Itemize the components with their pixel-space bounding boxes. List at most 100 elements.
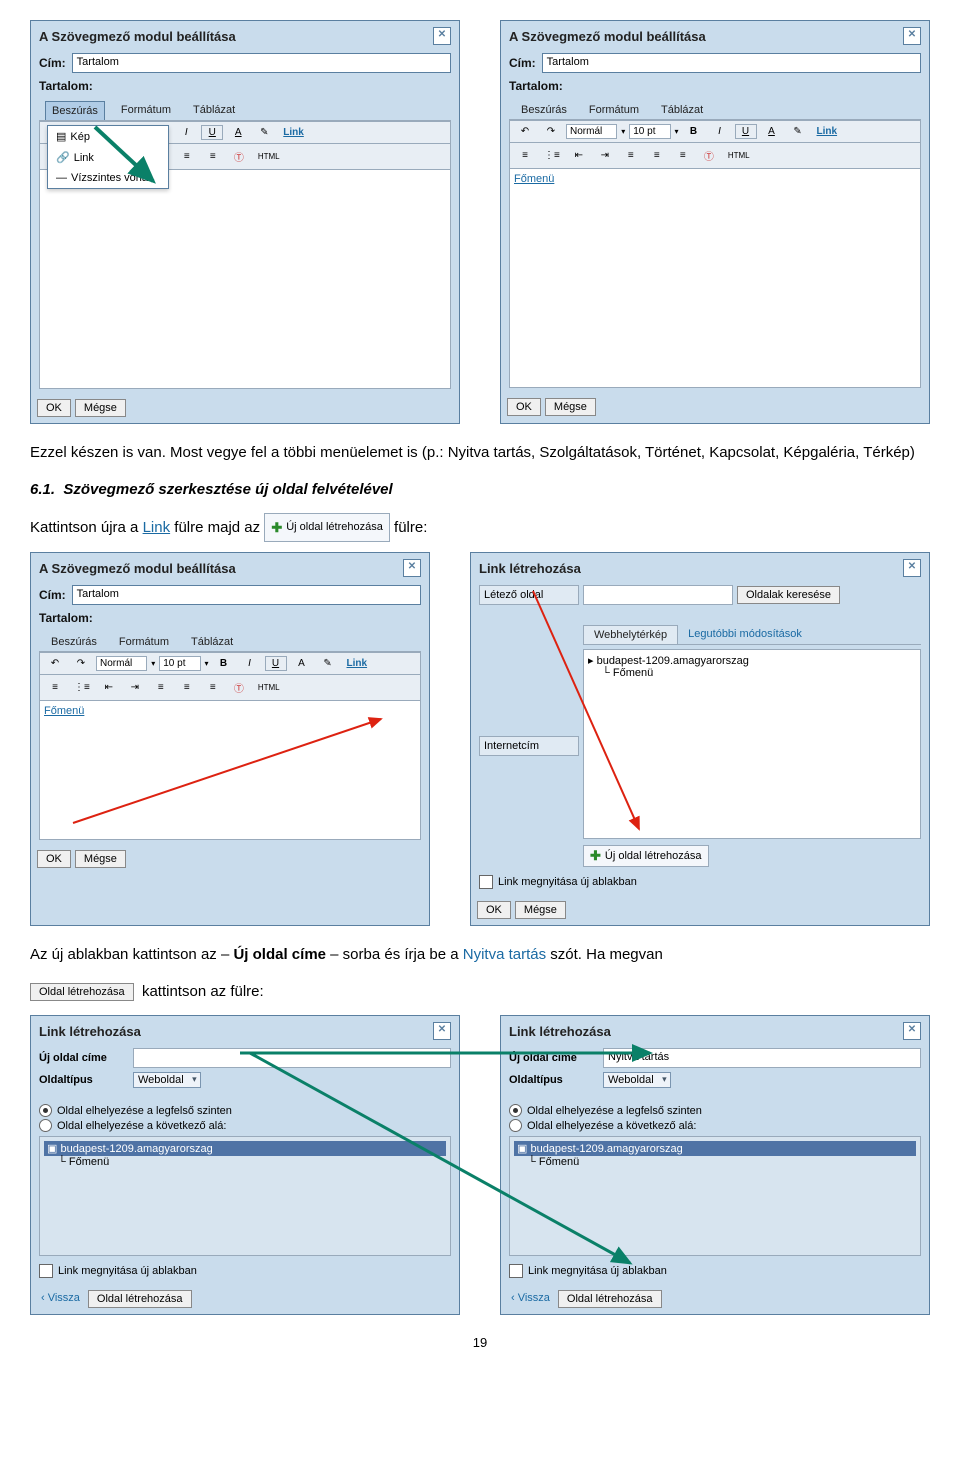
fontsize-select[interactable]: 10 pt bbox=[629, 124, 670, 139]
ok-button[interactable]: OK bbox=[37, 399, 71, 417]
open-new-window-checkbox[interactable] bbox=[39, 1264, 53, 1278]
align-center-icon[interactable]: ≡ bbox=[176, 149, 198, 164]
link-button[interactable]: Link bbox=[279, 125, 308, 140]
bgcolor-icon[interactable]: ✎ bbox=[787, 124, 809, 139]
back-link[interactable]: ‹ Vissza bbox=[37, 1290, 84, 1308]
plus-icon: ✚ bbox=[590, 848, 601, 864]
dialog-title: A Szövegmező modul beállítása bbox=[509, 29, 706, 44]
align-right-icon[interactable]: ≡ bbox=[202, 149, 224, 164]
link-create-dialog: Link létrehozása ✕ Létező oldal Oldalak … bbox=[470, 552, 930, 926]
create-page-button[interactable]: Oldal létrehozása bbox=[558, 1290, 662, 1308]
body-paragraph: Ezzel készen is van. Most vegye fel a tö… bbox=[30, 439, 930, 466]
align-left-icon[interactable]: ≡ bbox=[620, 148, 642, 163]
section-heading: 6.1. Szövegmező szerkesztése új oldal fe… bbox=[30, 481, 930, 498]
bullet-list-icon[interactable]: ⋮≡ bbox=[540, 148, 564, 163]
bgcolor-icon[interactable]: ✎ bbox=[253, 125, 275, 140]
page-type-select[interactable]: Weboldal bbox=[603, 1072, 671, 1088]
internet-url-label: Internetcím bbox=[479, 736, 579, 756]
underline-icon[interactable]: U bbox=[735, 124, 757, 139]
tab-recent[interactable]: Legutóbbi módosítások bbox=[678, 625, 812, 644]
menu-image[interactable]: ▤Kép bbox=[48, 126, 168, 147]
existing-page-label: Létező oldal bbox=[479, 585, 579, 605]
search-pages-button[interactable]: Oldalak keresése bbox=[737, 586, 840, 604]
italic-icon[interactable]: I bbox=[175, 125, 197, 140]
editor-area[interactable] bbox=[39, 170, 451, 389]
menu-link[interactable]: 🔗Link bbox=[48, 147, 168, 168]
clear-format-icon[interactable]: Ⓣ bbox=[228, 147, 250, 166]
open-new-window-checkbox[interactable] bbox=[509, 1264, 523, 1278]
back-link[interactable]: ‹ Vissza bbox=[507, 1290, 554, 1308]
ok-button[interactable]: OK bbox=[507, 398, 541, 416]
new-page-title-input[interactable] bbox=[133, 1048, 451, 1068]
indent-icon[interactable]: ⇥ bbox=[594, 148, 616, 163]
tab-table[interactable]: Táblázat bbox=[187, 101, 241, 120]
hr-icon: — bbox=[56, 172, 67, 184]
new-page-chip: ✚Új oldal létrehozása bbox=[264, 513, 390, 542]
redo-icon[interactable]: ↷ bbox=[70, 656, 92, 671]
tab-format[interactable]: Formátum bbox=[115, 101, 177, 120]
close-icon[interactable]: ✕ bbox=[903, 27, 921, 45]
text-module-dialog-right: A Szövegmező modul beállítása ✕ Cím: Tar… bbox=[500, 20, 930, 424]
style-select[interactable]: Normál bbox=[566, 124, 617, 139]
close-icon[interactable]: ✕ bbox=[903, 559, 921, 577]
cim-label: Cím: bbox=[39, 56, 66, 70]
radio-top-level[interactable] bbox=[39, 1104, 52, 1117]
close-icon[interactable]: ✕ bbox=[403, 559, 421, 577]
page-type-select[interactable]: Weboldal bbox=[133, 1072, 201, 1088]
fomenu-link[interactable]: Főmenü bbox=[514, 173, 554, 185]
close-icon[interactable]: ✕ bbox=[903, 1022, 921, 1040]
site-tree[interactable]: ▸ budapest-1209.amagyarorszag └ Főmenü bbox=[583, 649, 921, 839]
menu-hr[interactable]: —Vízszintes vonal bbox=[48, 168, 168, 188]
plus-icon: ✚ bbox=[271, 516, 282, 539]
tab-sitemap[interactable]: Webhelytérkép bbox=[583, 625, 678, 644]
existing-page-input[interactable] bbox=[583, 585, 733, 605]
open-new-window-checkbox[interactable] bbox=[479, 875, 493, 889]
html-icon[interactable]: HTML bbox=[254, 150, 284, 163]
outdent-icon[interactable]: ⇤ bbox=[568, 148, 590, 163]
new-page-dialog-right: Link létrehozása ✕ Új oldal címe Nyitva … bbox=[500, 1015, 930, 1315]
tab-table[interactable]: Táblázat bbox=[655, 101, 709, 119]
editor-area[interactable]: Főmenü bbox=[509, 169, 921, 388]
radio-under[interactable] bbox=[509, 1119, 522, 1132]
dialog-title: A Szövegmező modul beállítása bbox=[39, 29, 236, 44]
fontcolor-icon[interactable]: A bbox=[227, 125, 249, 140]
tab-insert[interactable]: Beszúrás bbox=[45, 101, 105, 120]
cancel-button[interactable]: Mégse bbox=[545, 398, 596, 416]
undo-icon[interactable]: ↶ bbox=[44, 656, 66, 671]
body-paragraph: Kattintson újra a Link fülre majd az ✚Új… bbox=[30, 513, 930, 542]
fontcolor-icon[interactable]: A bbox=[761, 124, 783, 139]
tab-insert[interactable]: Beszúrás bbox=[515, 101, 573, 119]
tartalom-label: Tartalom: bbox=[39, 79, 451, 93]
insert-dropdown: ▤Kép 🔗Link —Vízszintes vonal bbox=[47, 125, 169, 189]
close-icon[interactable]: ✕ bbox=[433, 27, 451, 45]
radio-top-level[interactable] bbox=[509, 1104, 522, 1117]
body-paragraph: Oldal létrehozása kattintson az fülre: bbox=[30, 978, 930, 1005]
link-word: Link bbox=[143, 519, 171, 536]
undo-icon[interactable]: ↶ bbox=[514, 124, 536, 139]
clear-format-icon[interactable]: Ⓣ bbox=[698, 146, 720, 165]
close-icon[interactable]: ✕ bbox=[433, 1022, 451, 1040]
italic-icon[interactable]: I bbox=[709, 124, 731, 139]
link-button[interactable]: Link bbox=[343, 656, 372, 671]
site-tree[interactable]: ▣ budapest-1209.amagyarorszag └ Főmenü bbox=[509, 1136, 921, 1256]
underline-icon[interactable]: U bbox=[201, 125, 223, 140]
align-right-icon[interactable]: ≡ bbox=[672, 148, 694, 163]
radio-under[interactable] bbox=[39, 1119, 52, 1132]
cim-input[interactable]: Tartalom bbox=[72, 53, 451, 73]
cim-input[interactable]: Tartalom bbox=[542, 53, 921, 73]
bold-icon[interactable]: B bbox=[683, 124, 705, 139]
html-icon[interactable]: HTML bbox=[724, 149, 754, 162]
link-button[interactable]: Link bbox=[813, 124, 842, 139]
page-number: 19 bbox=[30, 1335, 930, 1350]
redo-icon[interactable]: ↷ bbox=[540, 124, 562, 139]
numbered-list-icon[interactable]: ≡ bbox=[514, 148, 536, 163]
align-center-icon[interactable]: ≡ bbox=[646, 148, 668, 163]
tab-format[interactable]: Formátum bbox=[583, 101, 645, 119]
site-tree[interactable]: ▣ budapest-1209.amagyarorszag └ Főmenü bbox=[39, 1136, 451, 1256]
create-page-button[interactable]: Oldal létrehozása bbox=[88, 1290, 192, 1308]
editor-area[interactable]: Főmenü bbox=[39, 701, 421, 840]
new-page-title-input[interactable]: Nyitva tartás bbox=[603, 1048, 921, 1068]
text-module-dialog-left: A Szövegmező modul beállítása ✕ Cím: Tar… bbox=[30, 20, 460, 424]
new-page-button[interactable]: ✚Új oldal létrehozása bbox=[583, 845, 709, 867]
cancel-button[interactable]: Mégse bbox=[75, 399, 126, 417]
